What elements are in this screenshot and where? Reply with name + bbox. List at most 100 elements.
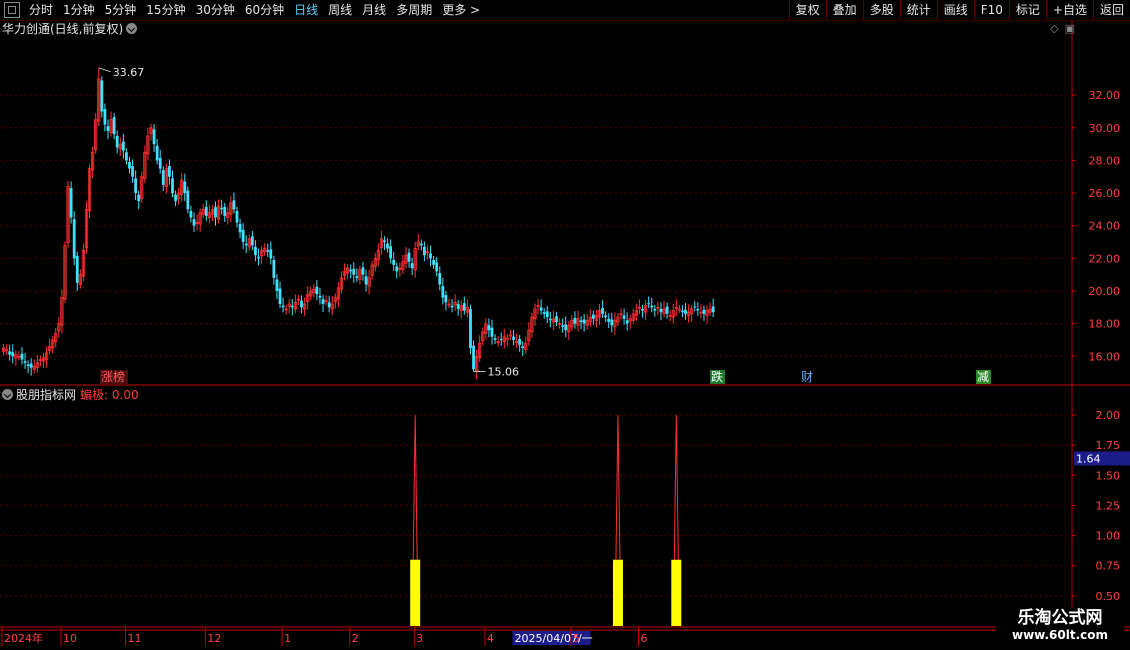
candle-body (266, 250, 270, 252)
toolbar-buttons: 复权 叠加 多股 统计 画线 F10 标记 +自选 返回 (788, 0, 1130, 20)
candle-body (26, 364, 30, 367)
candle-body (112, 117, 116, 135)
toolbar-button-0[interactable]: 复权 (788, 0, 826, 20)
candle-body (518, 339, 522, 345)
toolbar-button-6[interactable]: 标记 (1008, 0, 1046, 20)
candle-body (174, 194, 177, 202)
x-tick-label: 3 (416, 632, 423, 645)
candle-body (290, 305, 294, 308)
candle-body (72, 219, 76, 259)
period-tab-5[interactable]: 60分钟 (240, 0, 289, 20)
chart-canvas[interactable]: 16.0018.0020.0022.0024.0026.0028.0030.00… (0, 0, 1130, 650)
candle-body (361, 267, 365, 275)
candle-body (711, 306, 715, 313)
event-tag: 减 (977, 370, 989, 384)
candle-body (315, 286, 319, 295)
candle-body (11, 352, 15, 357)
candle-body (450, 305, 454, 308)
candle-body (438, 273, 442, 285)
period-tab-3[interactable]: 15分钟 (141, 0, 190, 20)
candle-body (128, 162, 131, 169)
candle-body (423, 246, 426, 256)
candle-body (125, 152, 128, 161)
x-tick-label: 2 (352, 632, 359, 645)
candle-body (355, 276, 359, 278)
candle-body (607, 318, 611, 322)
chevron-down-icon[interactable] (126, 23, 138, 34)
candle-body (321, 299, 325, 305)
candle-body (20, 353, 24, 360)
y-tick-label: 18.00 (1089, 318, 1121, 331)
toolbar-button-7[interactable]: +自选 (1045, 0, 1093, 20)
candle-body (582, 319, 586, 324)
period-tab-4[interactable]: 30分钟 (191, 0, 240, 20)
candle-body (702, 309, 706, 314)
candle-body (103, 108, 107, 125)
period-tab-8[interactable]: 月线 (357, 0, 391, 20)
y-tick-label: 1.75 (1096, 439, 1121, 452)
candle-body (241, 229, 245, 243)
candle-body (653, 308, 657, 311)
toolbar-button-4[interactable]: 画线 (936, 0, 974, 20)
toolbar-button-5[interactable]: F10 (973, 0, 1009, 20)
candle-body (238, 224, 242, 233)
candle-body (432, 259, 436, 265)
y-tick-label: 20.00 (1089, 285, 1121, 298)
candle-body (204, 206, 208, 216)
x-tick-label: 2024年 (4, 631, 43, 645)
toolbar-button-8[interactable]: 返回 (1092, 0, 1130, 20)
period-tab-10[interactable]: 更多 > (437, 0, 485, 20)
candle-body (472, 345, 475, 370)
period-tab-2[interactable]: 5分钟 (100, 0, 142, 20)
toolbar-button-1[interactable]: 叠加 (825, 0, 863, 20)
event-tag: 跌 (711, 369, 723, 384)
chevron-down-icon[interactable] (2, 389, 13, 400)
candle-body (244, 243, 248, 246)
x-tick-label: 10 (63, 632, 77, 645)
period-tab-0[interactable]: 分时 (24, 0, 58, 20)
period-tab-1[interactable]: 1分钟 (58, 0, 100, 20)
candle-body (192, 219, 196, 226)
diamond-icon[interactable]: ◇ (1050, 22, 1058, 35)
candle-body (641, 308, 644, 311)
candle-body (115, 135, 119, 148)
candle-body (214, 206, 217, 218)
toolbar-button-3[interactable]: 统计 (899, 0, 937, 20)
layout-icon[interactable] (4, 2, 20, 18)
toolbar: 分时 1分钟 5分钟 15分钟 30分钟 60分钟 日线 周线 月线 多周期 更多 > 复权 叠加 多股… (0, 0, 1130, 21)
candle-body (232, 200, 236, 210)
y-tick-label: 32.00 (1089, 89, 1121, 102)
candle-body (106, 126, 110, 132)
candle-body (647, 303, 651, 305)
candle-body (684, 309, 687, 314)
indicator-name: 股朋指标网 (16, 388, 77, 402)
candle-body (161, 170, 165, 185)
period-tab-9[interactable]: 多周期 (391, 0, 437, 20)
pane-toggle-icon[interactable]: ▣ (1065, 22, 1075, 35)
period-tab-7[interactable]: 周线 (323, 0, 357, 20)
watermark-title: 乐淘公式网 (1017, 608, 1103, 628)
candle-body (693, 306, 697, 308)
signal-bar (612, 559, 623, 626)
candle-body (275, 279, 279, 291)
candle-body (622, 315, 626, 319)
candle-body (561, 325, 565, 327)
candle-body (435, 262, 439, 272)
candle-body (220, 207, 224, 210)
candle-body (545, 311, 549, 318)
toolbar-button-2[interactable]: 多股 (862, 0, 900, 20)
candle-body (555, 316, 558, 322)
candle-body (444, 295, 448, 303)
period-tab-6[interactable]: 日线 (289, 0, 323, 20)
candle-body (131, 166, 134, 177)
y-tick-label: 0.75 (1096, 560, 1121, 573)
candle-body (429, 253, 432, 259)
y-tick-label: 24.00 (1089, 220, 1121, 233)
indicator-value: 蝙极: 0.00 (80, 388, 139, 402)
y-tick-label: 28.00 (1089, 154, 1121, 167)
candle-body (235, 211, 239, 223)
candle-body (75, 255, 79, 283)
low-label: 15.06 (488, 366, 520, 379)
period-tabs: 分时 1分钟 5分钟 15分钟 30分钟 60分钟 日线 周线 月线 多周期 更多 > (4, 0, 485, 20)
watermark-url: www.60lt.com (1011, 628, 1109, 642)
